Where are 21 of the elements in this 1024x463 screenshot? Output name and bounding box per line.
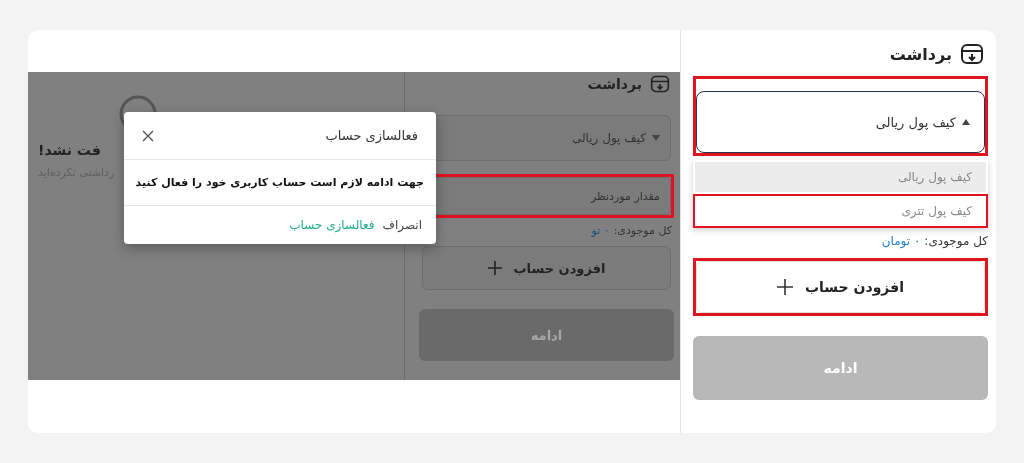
add-account-button[interactable]: افزودن حساب bbox=[696, 261, 985, 313]
withdraw-icon bbox=[650, 74, 670, 94]
plus-icon bbox=[487, 261, 502, 275]
balance-label: کل موجودی: bbox=[924, 234, 988, 248]
dialog-title: فعالسازی حساب bbox=[325, 128, 418, 143]
panel-title: برداشت bbox=[587, 76, 642, 92]
empty-state-heading: فت نشد! bbox=[38, 142, 101, 158]
panel-title: برداشت bbox=[889, 44, 952, 64]
close-icon[interactable] bbox=[142, 129, 154, 142]
balance-value: ۰ تو bbox=[591, 224, 610, 237]
dialog-button[interactable]: فعالسازی حساب bbox=[289, 218, 375, 232]
dropdown-option[interactable]: کیف پول ریالی bbox=[695, 162, 986, 192]
wallet-dropdown[interactable]: کیف پول ریالی bbox=[696, 91, 985, 153]
dialog-button[interactable]: انصراف bbox=[382, 218, 422, 232]
plus-icon bbox=[777, 279, 793, 295]
balance-value: ۰ تومان bbox=[881, 234, 921, 248]
balance-label: کل موجودی: bbox=[613, 224, 672, 237]
dialog-message: جهت ادامه لازم است حساب کاربری خود را فعال کنید bbox=[124, 160, 436, 206]
withdraw-icon bbox=[960, 42, 984, 66]
dropdown-option[interactable]: کیف پول تتری bbox=[695, 196, 986, 226]
add-account-button[interactable]: افزودن حساب bbox=[422, 246, 671, 290]
